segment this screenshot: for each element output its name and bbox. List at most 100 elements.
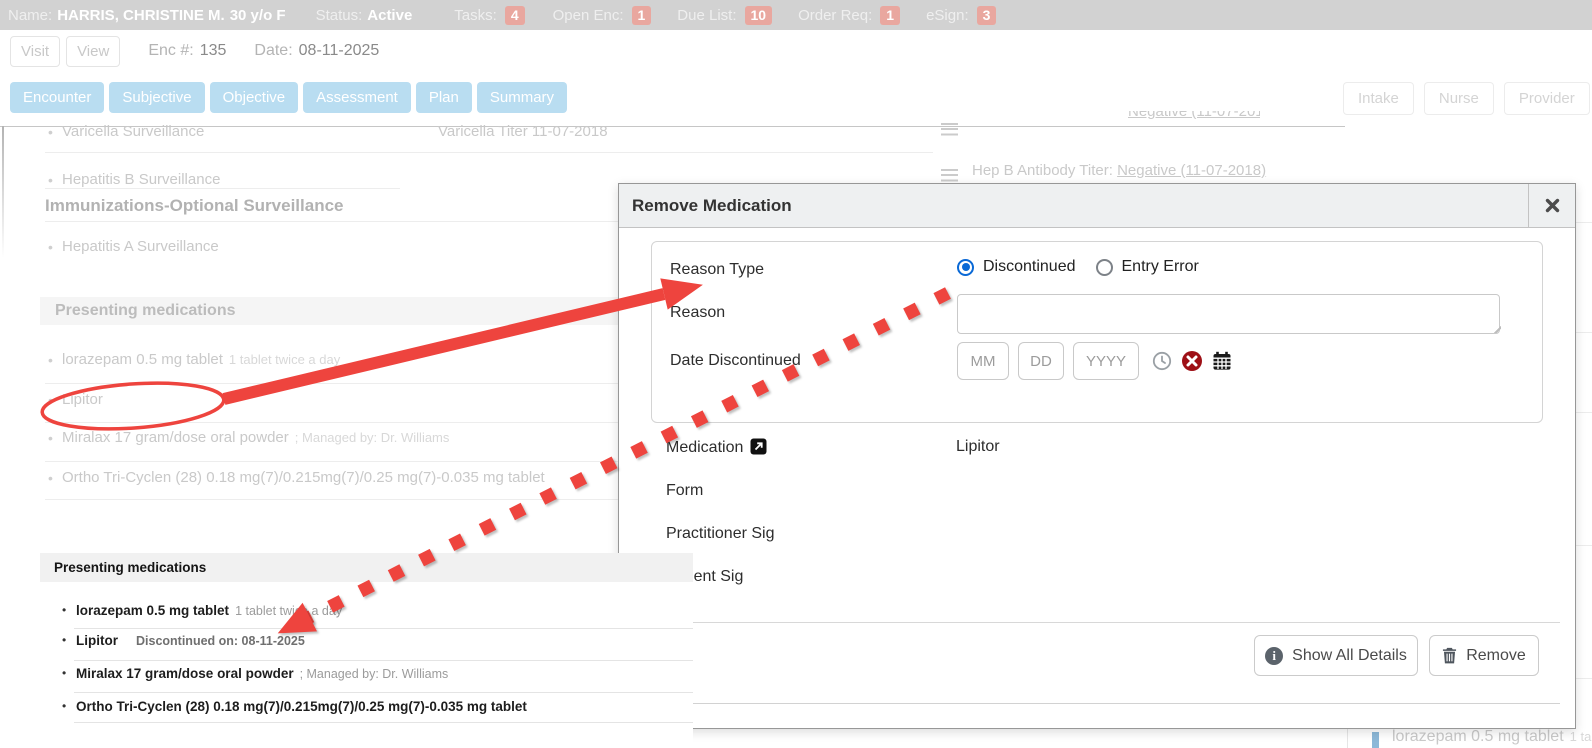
medication-label: Medication [666, 438, 767, 460]
med-item-lipitor[interactable]: Lipitor [62, 391, 103, 408]
trash-icon [1442, 647, 1457, 664]
hepatitis-a-surveillance-item[interactable]: Hepatitis A Surveillance [62, 238, 219, 255]
reason-label: Reason [670, 304, 725, 322]
panel-med-ortho-tri-cyclen[interactable]: • Ortho Tri-Cyclen (28) 0.18 mg(7)/0.215… [40, 699, 693, 717]
divider [74, 660, 693, 661]
modal-title: Remove Medication [619, 184, 1575, 227]
date-yyyy-input[interactable] [1073, 342, 1139, 380]
external-link-icon[interactable] [750, 438, 767, 460]
panel-left-border [2, 126, 4, 258]
date-mm-input[interactable] [957, 342, 1009, 380]
date-discontinued-label: Date Discontinued [670, 352, 801, 370]
show-all-details-button[interactable]: i Show All Details [1254, 635, 1418, 676]
varicella-surveillance-item[interactable]: Varicella Surveillance [62, 123, 204, 140]
due-list-label: Due List: [677, 7, 736, 24]
order-req-badge[interactable]: 1 [880, 6, 900, 25]
status-value: Active [367, 7, 412, 24]
radio-discontinued[interactable] [957, 259, 974, 276]
divider [45, 152, 933, 153]
panel-header: Presenting medications [40, 553, 693, 582]
divider [1576, 222, 1592, 223]
calendar-icon[interactable] [1212, 351, 1232, 371]
visit-button[interactable]: Visit [10, 36, 60, 67]
patient-age-sex: 30 y/o F [230, 7, 286, 24]
medication-value: Lipitor [956, 438, 1000, 456]
enc-date-value: 08-11-2025 [299, 42, 380, 60]
remove-medication-modal: Remove Medication Reason Type Discontinu… [618, 183, 1576, 729]
divider [74, 692, 693, 693]
divider [633, 622, 1560, 623]
tab-encounter[interactable]: Encounter [10, 82, 104, 113]
date-discontinued-inputs [957, 342, 1232, 380]
divider [1576, 545, 1592, 546]
divider [633, 703, 1560, 704]
divider [74, 628, 693, 629]
radio-discontinued-label[interactable]: Discontinued [983, 258, 1076, 276]
due-list-badge[interactable]: 10 [745, 6, 773, 25]
encounter-bar: Visit View Enc #: 135 Date: 08-11-2025 [0, 30, 1592, 72]
varicella-titer-value: Varicella Titer 11-07-2018 [438, 123, 608, 140]
presenting-medications-result-panel: Presenting medications • lorazepam 0.5 m… [40, 553, 693, 748]
tab-objective[interactable]: Objective [210, 82, 299, 113]
tasks-label: Tasks: [454, 7, 497, 24]
reason-input[interactable] [957, 294, 1500, 334]
tab-plan[interactable]: Plan [416, 82, 472, 113]
tab-nurse[interactable]: Nurse [1424, 82, 1494, 115]
esign-label: eSign: [926, 7, 969, 24]
med-item-lorazepam-bottom[interactable]: lorazepam 0.5 mg tablet1 tablet t [1392, 728, 1592, 746]
tab-assessment[interactable]: Assessment [303, 82, 411, 113]
patient-name: HARRIS, CHRISTINE M. [57, 7, 225, 24]
tasks-badge[interactable]: 4 [505, 6, 525, 25]
panel-med-miralax[interactable]: • Miralax 17 gram/dose oral powder; Mana… [40, 666, 693, 684]
list-icon[interactable] [941, 169, 958, 183]
divider [1576, 332, 1592, 333]
enc-number-value: 135 [200, 42, 227, 60]
tab-summary[interactable]: Summary [477, 82, 567, 113]
med-item-miralax[interactable]: Miralax 17 gram/dose oral powder; Manage… [62, 429, 449, 446]
hep-b-titer-link[interactable]: Negative (11-07-2018) [1117, 162, 1266, 179]
panel-med-lipitor[interactable]: • LipitorDiscontinued on: 08-11-2025 [40, 633, 693, 651]
hep-b-titer-row: Hep B Antibody Titer: Negative (11-07-20… [972, 162, 1266, 179]
open-enc-badge[interactable]: 1 [632, 6, 652, 25]
view-button[interactable]: View [66, 36, 120, 67]
med-item-ortho-tri-cyclen[interactable]: Ortho Tri-Cyclen (28) 0.18 mg(7)/0.215mg… [62, 469, 545, 486]
panel-border [1347, 727, 1348, 748]
radio-entry-error-label[interactable]: Entry Error [1122, 258, 1199, 276]
radio-entry-error[interactable] [1096, 259, 1113, 276]
tab-provider[interactable]: Provider [1504, 82, 1590, 115]
divider [74, 722, 693, 723]
info-icon: i [1265, 647, 1283, 665]
reason-fieldset: Reason Type Discontinued Entry Error Rea… [651, 241, 1543, 423]
modal-header: Remove Medication [619, 184, 1575, 228]
practitioner-sig-label: Practitioner Sig [666, 525, 775, 543]
app-window: Name: HARRIS, CHRISTINE M. 30 y/o F Stat… [0, 0, 1592, 748]
close-button[interactable] [1528, 184, 1575, 227]
list-icon[interactable] [941, 123, 958, 137]
date-dd-input[interactable] [1018, 342, 1064, 380]
clear-date-icon[interactable] [1181, 350, 1203, 372]
open-enc-label: Open Enc: [553, 7, 624, 24]
panel-med-lorazepam[interactable]: • lorazepam 0.5 mg tablet1 tablet twice … [40, 603, 693, 621]
selected-row-accent [1372, 732, 1379, 748]
med-item-lorazepam[interactable]: lorazepam 0.5 mg tablet1 tablet twice a … [62, 351, 340, 368]
role-tabs: Intake Nurse Provider Depar [1343, 82, 1592, 115]
tab-subjective[interactable]: Subjective [109, 82, 204, 113]
order-req-label: Order Req: [798, 7, 872, 24]
divider [45, 188, 400, 189]
patient-info-bar: Name: HARRIS, CHRISTINE M. 30 y/o F Stat… [0, 0, 1592, 30]
esign-badge[interactable]: 3 [977, 6, 997, 25]
immunizations-optional-header: Immunizations-Optional Surveillance [45, 196, 344, 216]
name-label: Name: [8, 7, 52, 24]
hepatitis-b-surveillance-item[interactable]: Hepatitis B Surveillance [62, 171, 220, 188]
reason-type-radio-group: Discontinued Entry Error [957, 258, 1199, 276]
clock-icon[interactable] [1152, 351, 1172, 371]
reason-type-label: Reason Type [670, 261, 764, 279]
clipped-result-link[interactable]: Negative (11-07-2018) [1128, 111, 1260, 122]
discontinued-status: Discontinued on: 08-11-2025 [136, 634, 305, 648]
remove-button[interactable]: Remove [1429, 635, 1539, 676]
note-tab-bar: Encounter Subjective Objective Assessmen… [0, 78, 1592, 122]
enc-number-label: Enc #: [148, 42, 193, 60]
divider [1576, 678, 1592, 679]
tab-intake[interactable]: Intake [1343, 82, 1414, 115]
close-icon [1545, 198, 1560, 213]
